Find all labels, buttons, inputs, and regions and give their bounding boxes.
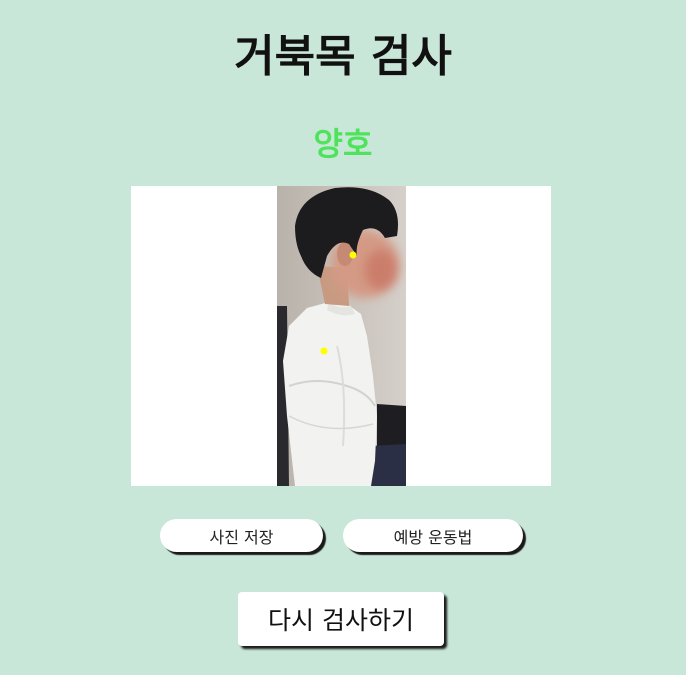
retest-button[interactable]: 다시 검사하기 <box>238 592 444 646</box>
photo-frame <box>131 186 551 486</box>
shoulder-landmark-dot <box>320 347 328 355</box>
ear-landmark-dot <box>349 251 357 259</box>
side-profile-photo <box>277 186 406 486</box>
prevention-exercise-button[interactable]: 예방 운동법 <box>343 519 523 552</box>
page-title: 거북목 검사 <box>234 31 452 82</box>
result-label: 양호 <box>313 125 373 163</box>
save-photo-button[interactable]: 사진 저장 <box>160 519 323 552</box>
